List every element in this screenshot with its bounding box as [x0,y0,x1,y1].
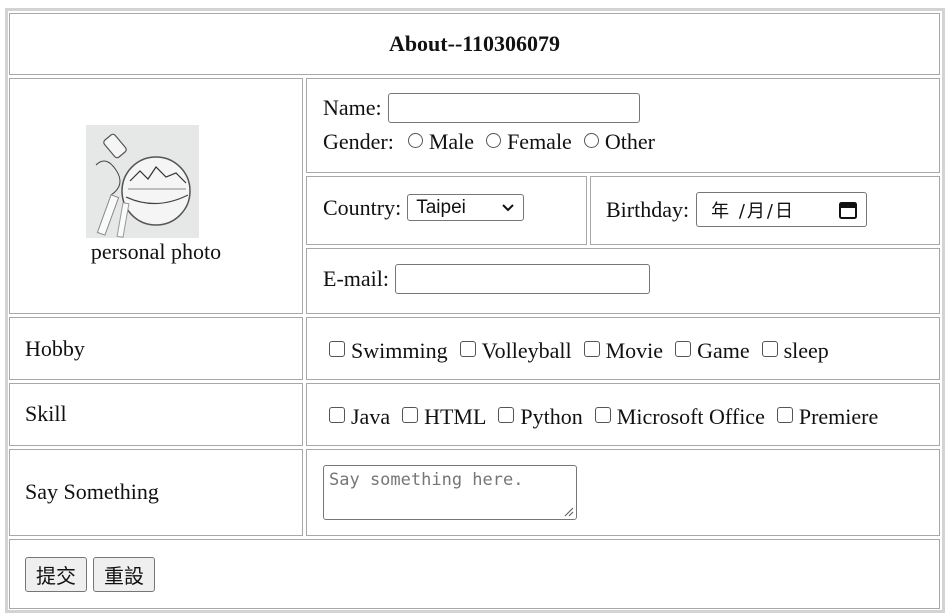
form-table: About--110306079 personal photo Name: Ge… [5,8,945,613]
skill-option-java[interactable]: Java [329,404,390,430]
gender-option-other[interactable]: Other [583,129,655,155]
hobby-options-cell: Swimming Volleyball Movie Game sleep [306,317,940,380]
reset-button[interactable]: 重設 [93,557,155,592]
checkbox-icon[interactable] [329,341,345,357]
gender-option-male[interactable]: Male [407,129,474,155]
skill-option-python[interactable]: Python [498,404,583,430]
skill-option-microsoft-office[interactable]: Microsoft Office [594,404,765,430]
skill-options-cell: Java HTML Python Microsoft Office Premie… [306,383,940,446]
bottle-sketch-icon [86,125,199,238]
radio-icon[interactable] [407,132,423,148]
country-cell: Country: Taipei [306,176,587,245]
hobby-label-cell: Hobby [9,317,303,380]
skill-option-premiere[interactable]: Premiere [776,404,878,430]
checkbox-icon[interactable] [675,341,692,357]
hobby-option-movie[interactable]: Movie [583,338,663,364]
checkbox-icon[interactable] [498,407,515,423]
title-cell: About--110306079 [9,13,940,75]
hobby-label: Hobby [25,336,85,361]
say-label-cell: Say Something [9,449,303,536]
email-input[interactable] [394,264,650,294]
gender-label: Gender: [323,129,394,154]
personal-photo [86,125,199,238]
say-input-cell: Say something here. [306,449,940,536]
hobby-option-sleep[interactable]: sleep [761,338,829,364]
name-label: Name: [323,95,382,120]
birthday-input[interactable]: 年 /月/日 [696,192,868,227]
skill-label-cell: Skill [9,383,303,446]
birthday-placeholder: 年 /月/日 [711,200,795,222]
hobby-option-volleyball[interactable]: Volleyball [459,338,572,364]
radio-icon[interactable] [583,132,599,148]
gender-option-female[interactable]: Female [486,129,572,155]
resize-handle-icon[interactable] [562,505,574,517]
say-something-textarea[interactable]: Say something here. [323,465,577,520]
say-something-placeholder: Say something here. [329,470,524,490]
photo-cell: personal photo [9,78,303,314]
radio-icon[interactable] [486,132,502,148]
country-select[interactable]: Taipei [407,194,525,221]
chevron-down-icon [502,203,514,211]
skill-option-html[interactable]: HTML [402,404,486,430]
buttons-cell: 提交 重設 [9,539,940,609]
name-input[interactable] [387,93,640,123]
checkbox-icon[interactable] [583,341,600,357]
say-something-label: Say Something [25,479,159,504]
checkbox-icon[interactable] [402,407,419,423]
checkbox-icon[interactable] [776,407,793,423]
calendar-icon[interactable] [838,200,858,220]
hobby-option-swimming[interactable]: Swimming [329,338,448,364]
email-label: E-mail: [323,266,389,291]
checkbox-icon[interactable] [594,407,611,423]
country-label: Country: [323,194,402,220]
checkbox-icon[interactable] [459,341,476,357]
page-title: About--110306079 [388,31,561,56]
submit-button[interactable]: 提交 [25,557,87,592]
name-gender-cell: Name: Gender: Male Female Other [306,78,940,173]
email-cell: E-mail: [306,248,940,314]
photo-caption: personal photo [90,239,222,264]
checkbox-icon[interactable] [761,341,778,357]
skill-label: Skill [25,401,67,426]
birthday-label: Birthday: [606,196,690,222]
birthday-cell: Birthday: 年 /月/日 [590,176,940,245]
checkbox-icon[interactable] [329,407,345,423]
hobby-option-game[interactable]: Game [675,338,750,364]
